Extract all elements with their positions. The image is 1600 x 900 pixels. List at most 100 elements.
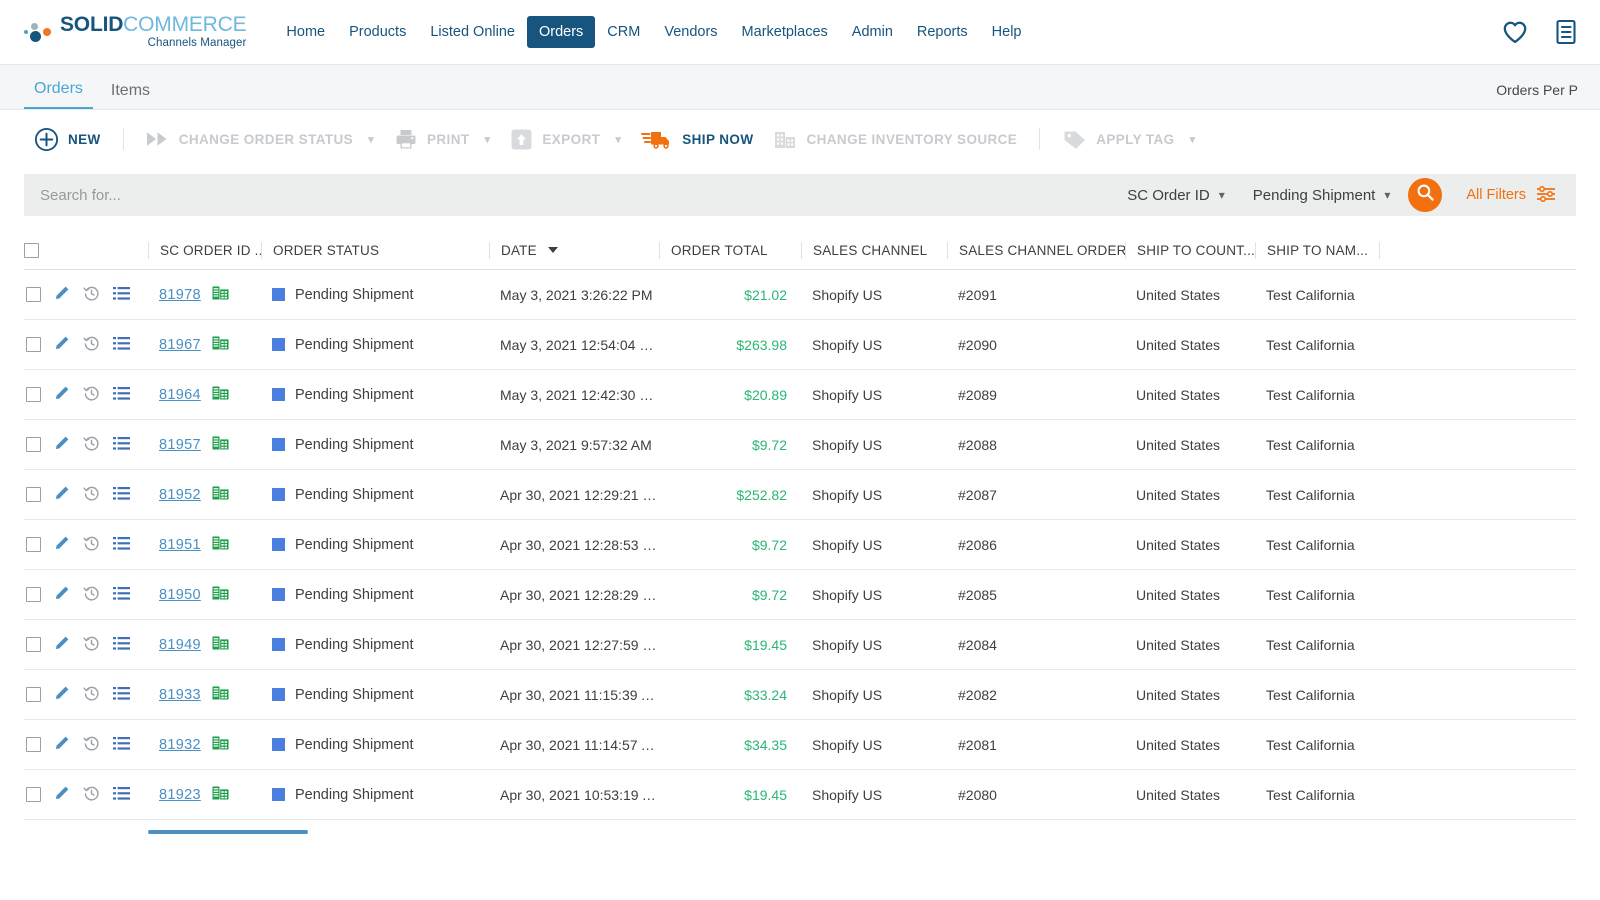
export-button[interactable]: EXPORT ▾ — [500, 128, 631, 151]
history-clock-icon[interactable] — [83, 735, 100, 755]
edit-pencil-icon[interactable] — [54, 635, 70, 654]
tab-orders[interactable]: Orders — [24, 81, 93, 109]
horizontal-scrollbar-thumb[interactable] — [148, 830, 308, 834]
edit-pencil-icon[interactable] — [54, 535, 70, 554]
change-inventory-source-button[interactable]: CHANGE INVENTORY SOURCE — [763, 128, 1027, 150]
line-items-list-icon[interactable] — [113, 336, 130, 354]
table-row[interactable]: 81964Pending ShipmentMay 3, 2021 12:42:3… — [24, 370, 1576, 420]
sc-order-id-link[interactable]: 81967 — [159, 337, 201, 353]
row-select-checkbox[interactable] — [26, 737, 41, 752]
nav-item-vendors[interactable]: Vendors — [652, 16, 729, 48]
favorites-heart-icon[interactable] — [1502, 20, 1528, 44]
column-ship-to-name[interactable]: SHIP TO NAM... — [1255, 216, 1576, 270]
nav-item-orders[interactable]: Orders — [527, 16, 595, 48]
change-order-status-button[interactable]: CHANGE ORDER STATUS ▾ — [136, 130, 384, 148]
tab-items[interactable]: Items — [101, 83, 160, 109]
history-clock-icon[interactable] — [83, 535, 100, 555]
spreadsheet-export-icon[interactable] — [212, 335, 229, 354]
row-select-checkbox[interactable] — [26, 787, 41, 802]
spreadsheet-export-icon[interactable] — [212, 285, 229, 304]
edit-pencil-icon[interactable] — [54, 385, 70, 404]
line-items-list-icon[interactable] — [113, 436, 130, 454]
line-items-list-icon[interactable] — [113, 686, 130, 704]
spreadsheet-export-icon[interactable] — [212, 785, 229, 804]
sc-order-id-link[interactable]: 81952 — [159, 487, 201, 503]
nav-item-admin[interactable]: Admin — [840, 16, 905, 48]
sc-order-id-link[interactable]: 81933 — [159, 687, 201, 703]
line-items-list-icon[interactable] — [113, 536, 130, 554]
edit-pencil-icon[interactable] — [54, 435, 70, 454]
history-clock-icon[interactable] — [83, 285, 100, 305]
row-select-checkbox[interactable] — [26, 487, 41, 502]
row-select-checkbox[interactable] — [26, 537, 41, 552]
sc-order-id-link[interactable]: 81957 — [159, 437, 201, 453]
apply-tag-button[interactable]: APPLY TAG ▾ — [1052, 128, 1205, 150]
spreadsheet-export-icon[interactable] — [212, 685, 229, 704]
line-items-list-icon[interactable] — [113, 386, 130, 404]
sc-order-id-link[interactable]: 81923 — [159, 787, 201, 803]
sc-order-id-link[interactable]: 81932 — [159, 737, 201, 753]
table-row[interactable]: 81957Pending ShipmentMay 3, 2021 9:57:32… — [24, 420, 1576, 470]
column-sales-channel[interactable]: SALES CHANNEL — [801, 216, 947, 270]
column-sales-channel-order-id[interactable]: SALES CHANNEL ORDER... — [947, 216, 1125, 270]
history-clock-icon[interactable] — [83, 785, 100, 805]
column-date[interactable]: DATE — [489, 216, 659, 270]
row-select-checkbox[interactable] — [26, 387, 41, 402]
history-clock-icon[interactable] — [83, 335, 100, 355]
history-clock-icon[interactable] — [83, 635, 100, 655]
history-clock-icon[interactable] — [83, 585, 100, 605]
line-items-list-icon[interactable] — [113, 736, 130, 754]
spreadsheet-export-icon[interactable] — [212, 385, 229, 404]
line-items-list-icon[interactable] — [113, 636, 130, 654]
sc-order-id-link[interactable]: 81950 — [159, 587, 201, 603]
column-order-total[interactable]: ORDER TOTAL — [659, 216, 801, 270]
all-filters-button[interactable]: All Filters — [1448, 185, 1568, 206]
history-clock-icon[interactable] — [83, 385, 100, 405]
line-items-list-icon[interactable] — [113, 786, 130, 804]
table-row[interactable]: 81950Pending ShipmentApr 30, 2021 12:28:… — [24, 570, 1576, 620]
table-row[interactable]: 81932Pending ShipmentApr 30, 2021 11:14:… — [24, 720, 1576, 770]
history-clock-icon[interactable] — [83, 485, 100, 505]
spreadsheet-export-icon[interactable] — [212, 485, 229, 504]
select-all-checkbox[interactable] — [24, 243, 39, 258]
new-button[interactable]: NEW — [24, 127, 111, 152]
search-field-selector[interactable]: SC Order ID ▾ — [1113, 187, 1239, 204]
sc-order-id-link[interactable]: 81951 — [159, 537, 201, 553]
sc-order-id-link[interactable]: 81949 — [159, 637, 201, 653]
row-select-checkbox[interactable] — [26, 287, 41, 302]
table-row[interactable]: 81951Pending ShipmentApr 30, 2021 12:28:… — [24, 520, 1576, 570]
history-clock-icon[interactable] — [83, 435, 100, 455]
print-button[interactable]: PRINT ▾ — [384, 128, 500, 150]
search-input[interactable] — [38, 186, 1113, 205]
nav-item-home[interactable]: Home — [274, 16, 337, 48]
column-order-status[interactable]: ORDER STATUS — [261, 216, 489, 270]
edit-pencil-icon[interactable] — [54, 585, 70, 604]
spreadsheet-export-icon[interactable] — [212, 635, 229, 654]
line-items-list-icon[interactable] — [113, 486, 130, 504]
row-select-checkbox[interactable] — [26, 587, 41, 602]
app-logo[interactable]: SOLIDCOMMERCE Channels Manager — [24, 14, 246, 50]
table-row[interactable]: 81952Pending ShipmentApr 30, 2021 12:29:… — [24, 470, 1576, 520]
table-row[interactable]: 81978Pending ShipmentMay 3, 2021 3:26:22… — [24, 270, 1576, 320]
table-row[interactable]: 81923Pending ShipmentApr 30, 2021 10:53:… — [24, 770, 1576, 820]
column-sc-order-id[interactable]: SC ORDER ID ... — [148, 216, 261, 270]
spreadsheet-export-icon[interactable] — [212, 535, 229, 554]
line-items-list-icon[interactable] — [113, 586, 130, 604]
orders-per-page-label[interactable]: Orders Per P — [1496, 82, 1578, 109]
edit-pencil-icon[interactable] — [54, 485, 70, 504]
edit-pencil-icon[interactable] — [54, 285, 70, 304]
edit-pencil-icon[interactable] — [54, 735, 70, 754]
history-clock-icon[interactable] — [83, 685, 100, 705]
row-select-checkbox[interactable] — [26, 687, 41, 702]
sc-order-id-link[interactable]: 81964 — [159, 387, 201, 403]
edit-pencil-icon[interactable] — [54, 685, 70, 704]
nav-item-reports[interactable]: Reports — [905, 16, 980, 48]
table-row[interactable]: 81949Pending ShipmentApr 30, 2021 12:27:… — [24, 620, 1576, 670]
row-select-checkbox[interactable] — [26, 637, 41, 652]
nav-item-crm[interactable]: CRM — [595, 16, 652, 48]
sc-order-id-link[interactable]: 81978 — [159, 287, 201, 303]
nav-item-listed-online[interactable]: Listed Online — [418, 16, 527, 48]
spreadsheet-export-icon[interactable] — [212, 585, 229, 604]
nav-item-help[interactable]: Help — [980, 16, 1034, 48]
nav-item-marketplaces[interactable]: Marketplaces — [730, 16, 840, 48]
